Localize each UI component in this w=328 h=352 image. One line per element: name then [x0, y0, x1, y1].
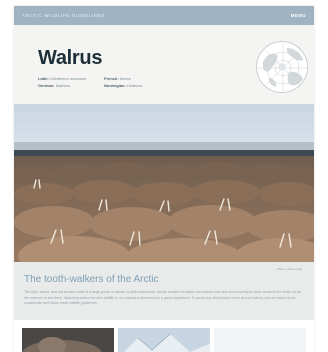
species-names: Latin: Odobenus rosmarus French: Morse G…: [38, 76, 174, 88]
arctic-map-icon: [256, 41, 308, 93]
gallery-image[interactable]: [118, 328, 210, 352]
page: ARCTIC WILDLIFE GUIDELINES MENU Walrus L…: [14, 6, 314, 352]
intro-paragraph: The tight, sound, and not at least smell…: [24, 290, 302, 306]
photo-credit: Photo: photo credit: [276, 267, 302, 271]
hero-photo: [14, 104, 314, 269]
site-name-link[interactable]: ARCTIC WILDLIFE GUIDELINES: [22, 13, 105, 18]
name-latin: Latin: Odobenus rosmarus: [38, 76, 87, 81]
section-heading: The tooth-walkers of the Arctic: [24, 274, 159, 285]
name-german: German: Walross: [38, 83, 70, 88]
gallery-strip: [14, 328, 314, 352]
name-french: French: Morse: [104, 76, 131, 81]
name-norwegian: Norwegian: Hvalross: [104, 83, 143, 88]
top-bar: ARCTIC WILDLIFE GUIDELINES MENU: [14, 6, 314, 25]
gallery-image[interactable]: [214, 328, 306, 352]
gallery-image[interactable]: [22, 328, 114, 352]
page-title: Walrus: [38, 47, 103, 69]
intro-section: Photo: photo credit The tooth-walkers of…: [14, 262, 314, 320]
menu-button[interactable]: MENU: [291, 13, 306, 18]
